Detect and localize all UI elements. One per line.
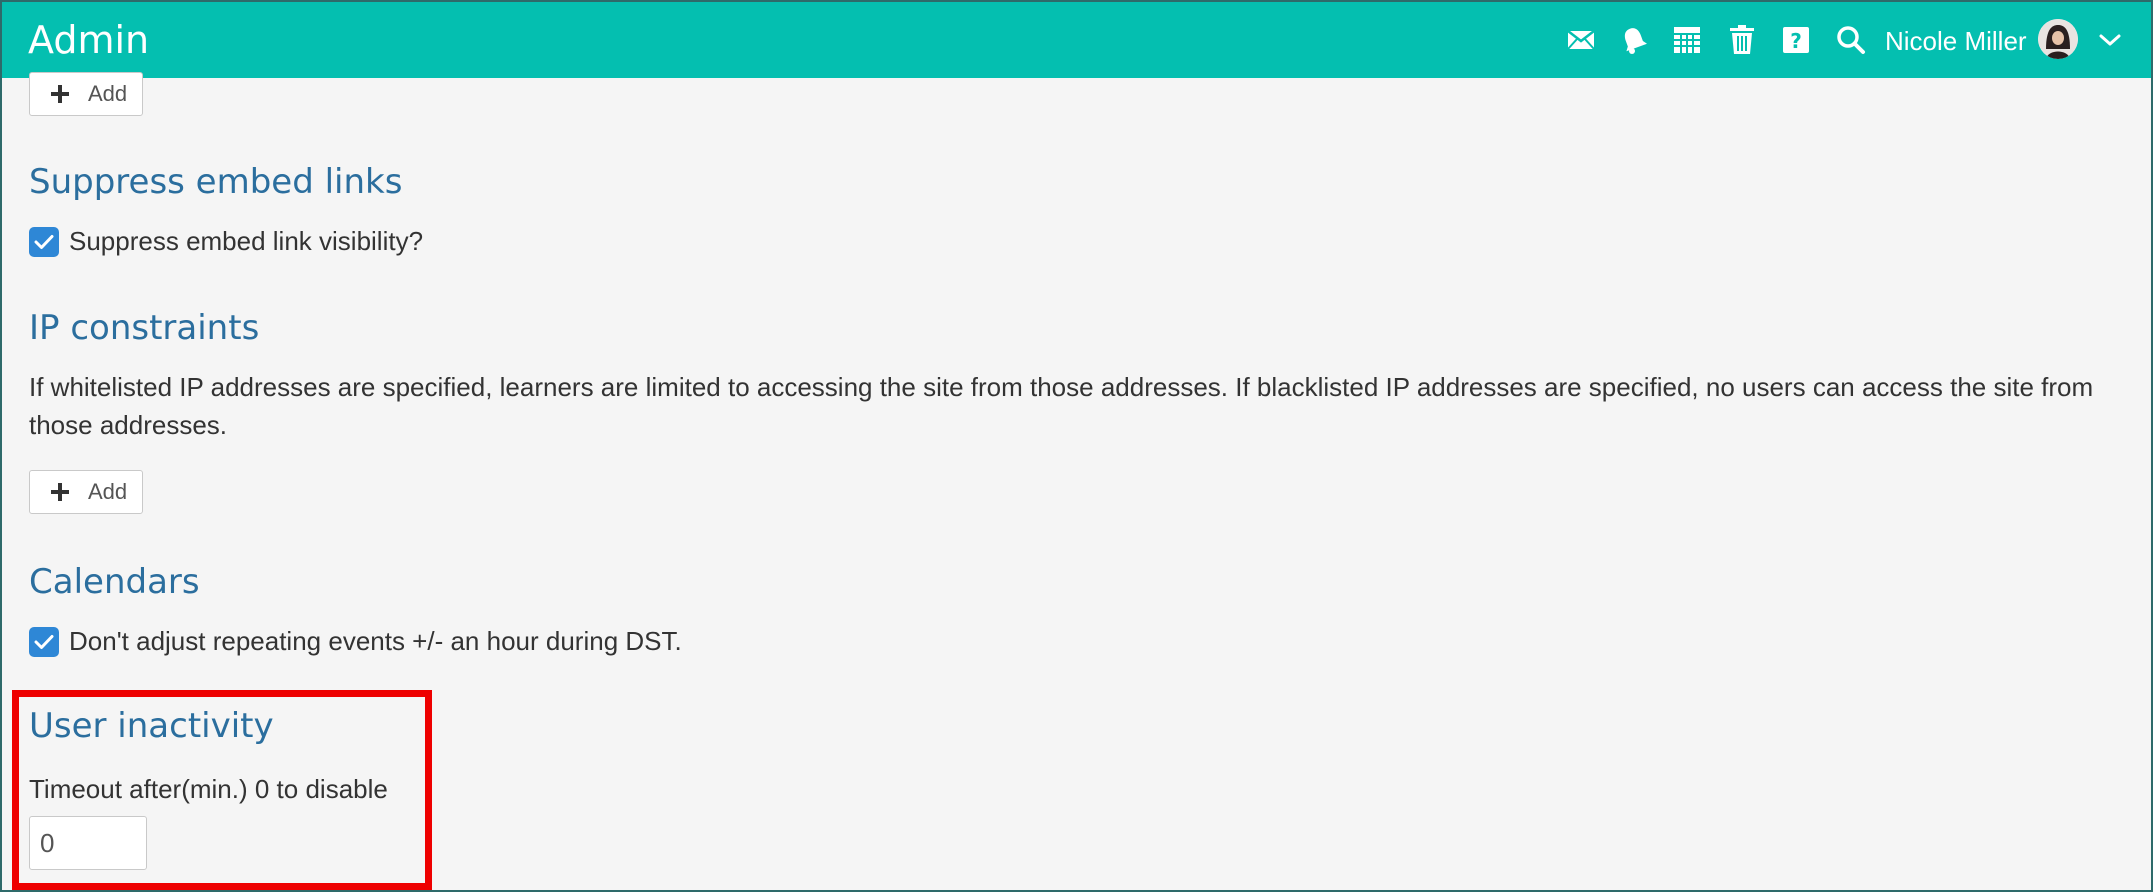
mail-icon[interactable] bbox=[1565, 24, 1597, 56]
ip-constraints-description: If whitelisted IP addresses are specifie… bbox=[29, 372, 2094, 440]
user-name[interactable]: Nicole Miller bbox=[1885, 24, 2027, 58]
plus-icon bbox=[51, 483, 69, 501]
add-button[interactable]: Add bbox=[29, 72, 143, 116]
calendars-title: Calendars bbox=[29, 562, 200, 602]
dst-checkbox[interactable] bbox=[29, 626, 59, 657]
suppress-embed-checkbox-label: Suppress embed link visibility? bbox=[69, 226, 424, 256]
dst-checkbox-label: Don't adjust repeating events +/- an hou… bbox=[69, 626, 682, 656]
app-title: Admin bbox=[28, 18, 150, 62]
chevron-down-icon[interactable] bbox=[2094, 24, 2126, 56]
avatar[interactable] bbox=[2038, 19, 2078, 59]
add-ip-constraint-button[interactable]: Add bbox=[29, 470, 143, 514]
settings-content: Add Suppress embed links Suppress embed … bbox=[2, 72, 2151, 890]
bell-icon[interactable] bbox=[1618, 24, 1650, 56]
calendar-icon[interactable] bbox=[1671, 24, 1703, 56]
suppress-embed-links-title: Suppress embed links bbox=[29, 162, 403, 202]
top-bar: Admin ? Nicole Miller bbox=[2, 2, 2151, 78]
add-button-label: Add bbox=[88, 81, 128, 106]
search-icon[interactable] bbox=[1835, 24, 1867, 56]
svg-text:?: ? bbox=[1790, 29, 1802, 53]
suppress-embed-checkbox[interactable] bbox=[29, 226, 59, 257]
trash-icon[interactable] bbox=[1726, 24, 1758, 56]
check-icon bbox=[34, 634, 54, 649]
highlight-box bbox=[12, 690, 432, 890]
calendars-checkbox-row[interactable]: Don't adjust repeating events +/- an hou… bbox=[29, 626, 682, 657]
suppress-embed-checkbox-row[interactable]: Suppress embed link visibility? bbox=[29, 226, 423, 257]
check-icon bbox=[34, 234, 54, 249]
ip-constraints-title: IP constraints bbox=[29, 308, 260, 348]
app-window: Admin ? Nicole Miller Add Suppress embed… bbox=[0, 0, 2153, 892]
plus-icon bbox=[51, 85, 69, 103]
add-ip-constraint-label: Add bbox=[88, 479, 128, 504]
help-icon[interactable]: ? bbox=[1780, 24, 1812, 56]
